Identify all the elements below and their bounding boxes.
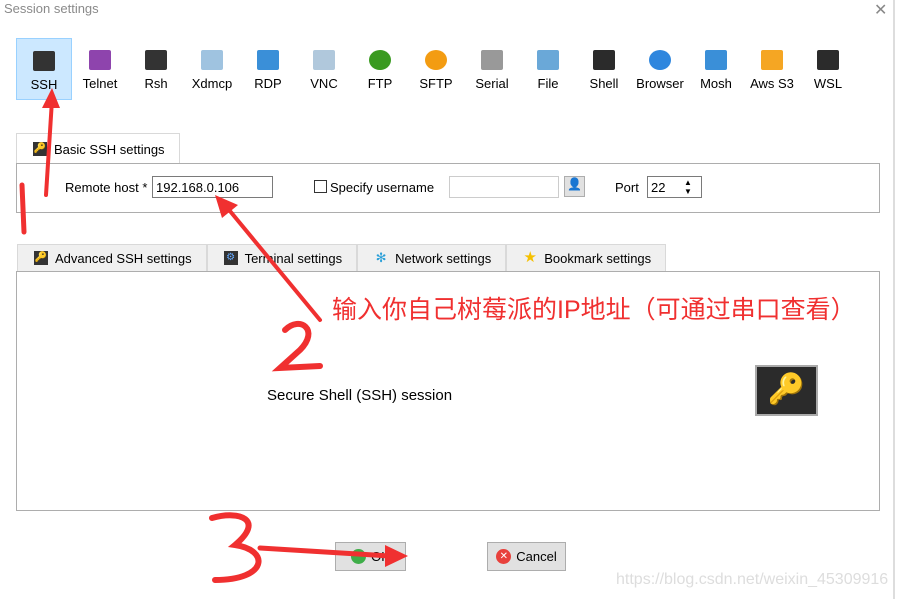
handwritten-1	[19, 182, 27, 235]
annotation-text: 输入你自己树莓派的IP地址（可通过串口查看）	[332, 296, 856, 324]
arrow-2-shaft	[223, 203, 322, 322]
arrow-3-head	[385, 545, 408, 567]
handwritten-3	[209, 512, 262, 583]
arrow-3-shaft	[257, 545, 393, 559]
arrow-1-shaft	[44, 98, 54, 197]
handwritten-2	[271, 321, 323, 372]
arrow-1-head	[42, 88, 60, 108]
